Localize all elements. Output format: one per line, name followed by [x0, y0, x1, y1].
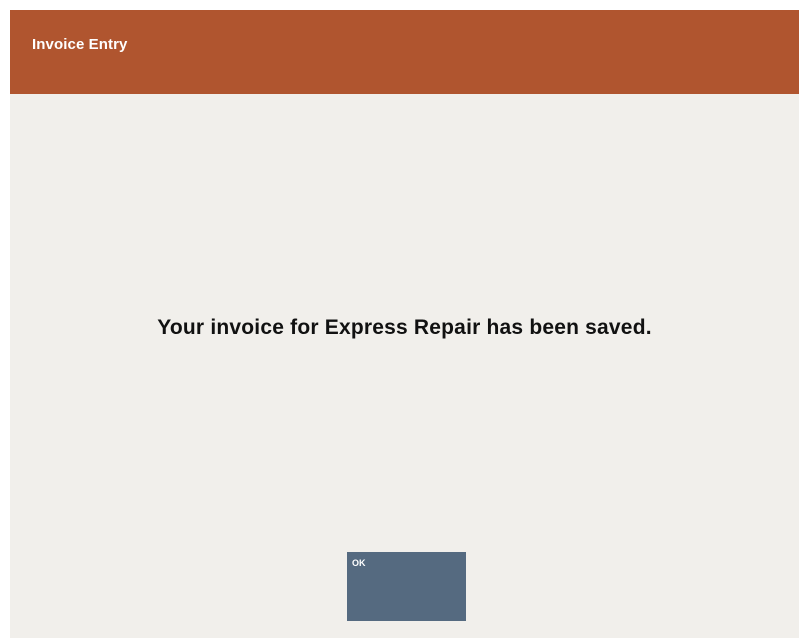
ok-button[interactable]: OK	[347, 552, 466, 621]
page-title: Invoice Entry	[32, 36, 128, 53]
invoice-entry-screen: Invoice Entry Your invoice for Express R…	[10, 10, 799, 638]
title-bar: Invoice Entry	[10, 10, 799, 94]
confirmation-message: Your invoice for Express Repair has been…	[157, 316, 652, 339]
ok-button-label: OK	[352, 558, 366, 568]
